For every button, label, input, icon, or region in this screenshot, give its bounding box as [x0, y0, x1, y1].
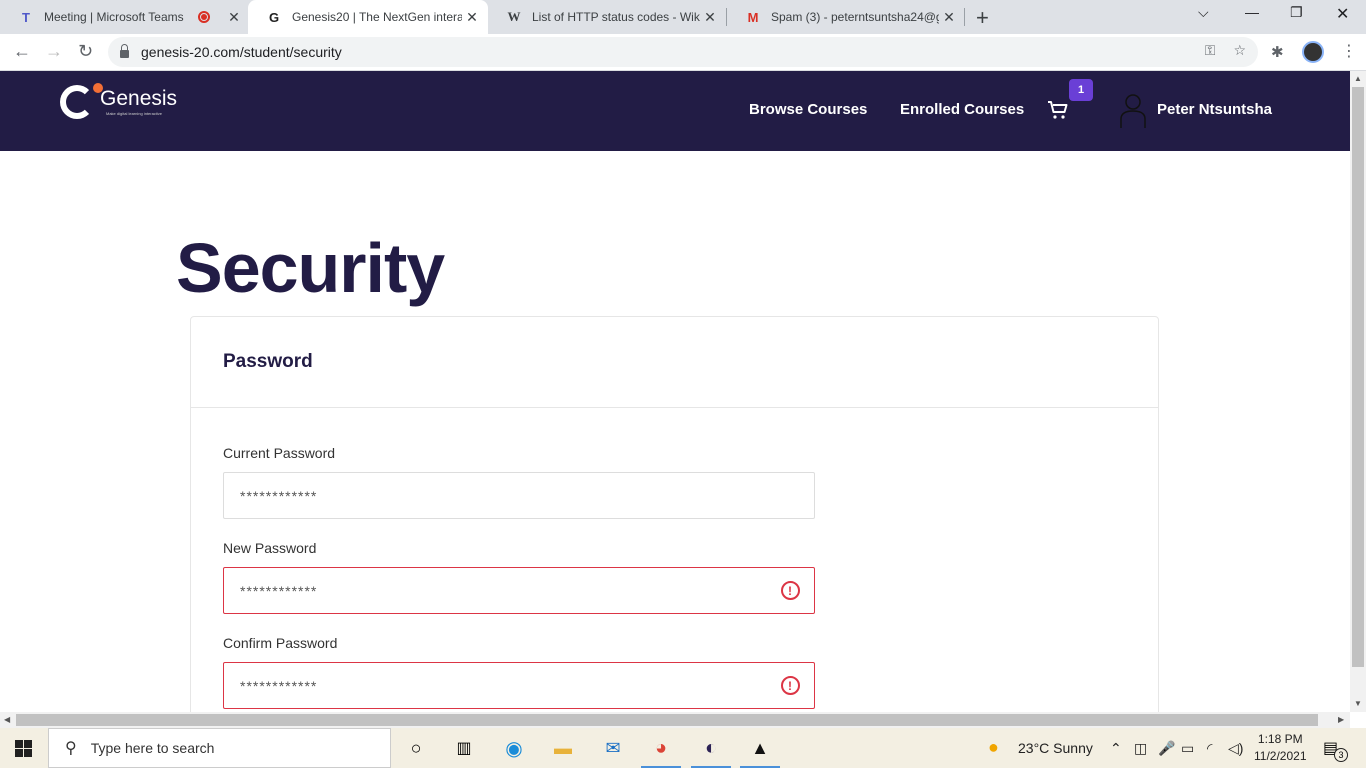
windows-start-icon[interactable]: [15, 740, 32, 757]
tab-title: List of HTTP status codes - Wikip: [532, 10, 700, 24]
url-text: genesis-20.com/student/security: [141, 44, 342, 60]
meet-now-icon[interactable]: ◫: [1134, 740, 1147, 757]
tab-title: Genesis20 | The NextGen interact: [292, 10, 462, 24]
search-icon: ⚲: [65, 740, 77, 757]
scroll-left-icon[interactable]: ◀: [4, 715, 10, 724]
profile-avatar[interactable]: [1302, 41, 1324, 63]
browser-menu-icon[interactable]: ⋮: [1341, 41, 1357, 61]
page-title: Security: [176, 229, 445, 307]
extensions-icon[interactable]: ✱: [1271, 43, 1284, 61]
browser-tab-bar: T Meeting | Microsoft Teams ✕ G Genesis2…: [0, 0, 1366, 34]
new-password-input[interactable]: ************ !: [223, 567, 815, 614]
field-value: ************: [240, 582, 318, 599]
tab-genesis[interactable]: G Genesis20 | The NextGen interact ✕: [248, 0, 488, 34]
close-window-icon[interactable]: ✕: [1336, 4, 1349, 24]
logo-mark: [60, 85, 94, 119]
mail-icon[interactable]: ✉: [600, 736, 626, 760]
recording-icon: [198, 11, 210, 23]
user-name[interactable]: Peter Ntsuntsha: [1157, 101, 1272, 118]
tab-gmail[interactable]: M Spam (3) - peterntsuntsha24@gm ✕: [727, 0, 965, 34]
weather-text[interactable]: 23°C Sunny: [1018, 740, 1093, 756]
confirm-password-label: Confirm Password: [223, 635, 338, 651]
nav-browse-courses[interactable]: Browse Courses: [749, 101, 867, 118]
cart-count-badge: 1: [1069, 79, 1093, 101]
search-placeholder: Type here to search: [90, 740, 215, 756]
teams-icon: T: [22, 9, 30, 25]
clock-date: 11/2/2021: [1254, 749, 1307, 763]
close-tab-icon[interactable]: ✕: [462, 9, 482, 26]
restore-icon[interactable]: ❐: [1290, 4, 1303, 21]
bookmark-star-icon[interactable]: ☆: [1233, 42, 1246, 59]
scroll-up-icon[interactable]: ▲: [1354, 74, 1362, 83]
scroll-down-icon[interactable]: ▼: [1354, 699, 1362, 708]
tab-title: Meeting | Microsoft Teams: [44, 10, 184, 24]
wikipedia-icon: W: [507, 9, 521, 24]
close-tab-icon[interactable]: ✕: [939, 9, 959, 26]
file-explorer-icon[interactable]: ▬: [550, 736, 576, 760]
horizontal-scroll-thumb[interactable]: [16, 714, 1318, 726]
error-icon: !: [781, 676, 800, 695]
notification-count: 3: [1334, 748, 1348, 762]
field-value: ************: [240, 677, 318, 694]
chrome-icon[interactable]: ◕: [648, 736, 674, 760]
tray-expand-icon[interactable]: ⌃: [1110, 740, 1122, 757]
vertical-scroll-thumb[interactable]: [1352, 87, 1364, 667]
forward-icon[interactable]: →: [45, 41, 63, 62]
edge-icon[interactable]: ◉: [501, 736, 527, 760]
clock-time: 1:18 PM: [1257, 732, 1303, 746]
eclipse-icon[interactable]: ◐: [698, 736, 724, 760]
tab-title: Spam (3) - peterntsuntsha24@gm: [771, 10, 939, 24]
current-password-input[interactable]: ************: [223, 472, 815, 519]
section-title: Password: [191, 317, 1158, 408]
field-value: ************: [240, 487, 318, 504]
lock-icon: [120, 44, 129, 58]
logo-dot: [93, 83, 103, 93]
cortana-icon[interactable]: ○: [403, 736, 429, 760]
horizontal-scrollbar[interactable]: ◀ ▶: [0, 712, 1350, 728]
microphone-icon[interactable]: 🎤: [1158, 740, 1175, 757]
new-tab-button[interactable]: +: [976, 5, 989, 31]
tab-teams[interactable]: T Meeting | Microsoft Teams ✕: [0, 0, 250, 34]
photos-icon[interactable]: ▲: [747, 736, 773, 760]
user-avatar-icon[interactable]: [1119, 93, 1147, 129]
back-icon[interactable]: ←: [13, 41, 31, 62]
logo-text: Genesis: [100, 87, 178, 110]
close-tab-icon[interactable]: ✕: [700, 9, 720, 26]
site-header: Genesis Make digital learning interactiv…: [0, 71, 1350, 151]
key-icon[interactable]: ⚿: [1205, 42, 1216, 59]
error-icon: !: [781, 581, 800, 600]
password-card: Password Current Password ************ N…: [190, 316, 1159, 736]
windows-taskbar: ⚲ Type here to search ○ ▥ ◉ ▬ ✉ ◕ ◐ ▲ ● …: [0, 728, 1366, 768]
system-clock[interactable]: 1:18 PM 11/2/2021: [1254, 731, 1307, 765]
gmail-icon: M: [747, 9, 759, 25]
logo-tagline: Make digital learning interactive: [106, 111, 163, 116]
weather-sun-icon[interactable]: ●: [988, 737, 999, 758]
address-bar[interactable]: genesis-20.com/student/security ⚿ ☆: [108, 37, 1258, 67]
reload-icon[interactable]: ↻: [78, 41, 93, 62]
taskbar-search[interactable]: ⚲ Type here to search: [48, 728, 391, 768]
browser-toolbar: ← → ↻ genesis-20.com/student/security ⚿ …: [0, 34, 1366, 71]
vertical-scrollbar[interactable]: ▲ ▼: [1350, 71, 1366, 712]
volume-icon[interactable]: ◁): [1228, 740, 1243, 757]
tab-wikipedia[interactable]: W List of HTTP status codes - Wikip ✕: [488, 0, 726, 34]
tab-search-icon[interactable]: ⌵: [1198, 4, 1209, 21]
task-view-icon[interactable]: ▥: [451, 736, 477, 760]
battery-icon[interactable]: ▭: [1181, 740, 1194, 757]
tab-separator: [964, 8, 965, 26]
wifi-icon[interactable]: ◜: [1207, 740, 1212, 757]
current-password-label: Current Password: [223, 445, 336, 461]
new-password-label: New Password: [223, 540, 317, 556]
confirm-password-input[interactable]: ************ !: [223, 662, 815, 709]
cart-icon[interactable]: [1046, 98, 1070, 122]
minimize-icon[interactable]: —: [1245, 4, 1259, 20]
close-tab-icon[interactable]: ✕: [224, 9, 244, 26]
scroll-right-icon[interactable]: ▶: [1338, 715, 1344, 724]
nav-enrolled-courses[interactable]: Enrolled Courses: [900, 101, 1024, 118]
genesis-icon: G: [268, 9, 280, 25]
